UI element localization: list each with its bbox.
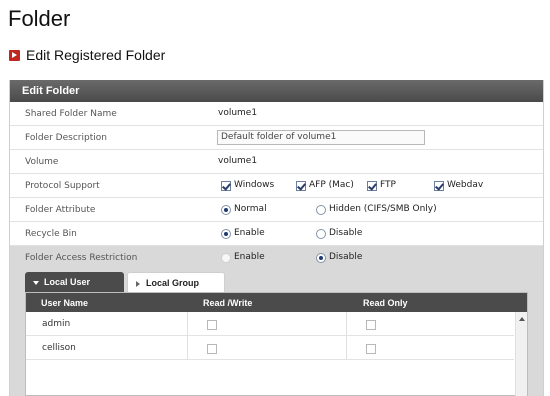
table-scrollbar[interactable] — [515, 312, 527, 396]
normal-label: Normal — [234, 204, 267, 214]
column-read-write: Read /Write — [203, 298, 253, 308]
section-bullet-icon — [9, 49, 20, 61]
afp-checkbox[interactable] — [296, 181, 306, 191]
shared-folder-name-label: Shared Folder Name — [25, 109, 117, 119]
chevron-right-icon — [136, 280, 140, 287]
ftp-checkbox[interactable] — [367, 181, 377, 191]
windows-checkbox[interactable] — [221, 181, 231, 191]
hidden-label: Hidden (CIFS/SMB Only) — [329, 204, 437, 214]
chevron-down-icon — [33, 280, 39, 285]
shared-folder-name-row: Shared Folder Name volume1 — [10, 102, 543, 126]
recycle-disable-radio[interactable] — [316, 229, 326, 239]
table-header: User Name Read /Write Read Only — [26, 293, 527, 312]
user-name-cell: cellison — [42, 343, 76, 353]
webdav-label: Webdav — [447, 180, 484, 190]
access-restriction-label: Folder Access Restriction — [25, 253, 138, 263]
tab-local-user[interactable]: Local User — [25, 272, 124, 292]
tab-local-user-label: Local User — [44, 277, 91, 287]
folder-description-label: Folder Description — [25, 133, 107, 143]
read-write-checkbox[interactable] — [207, 320, 217, 330]
read-only-checkbox[interactable] — [366, 344, 376, 354]
access-disable-radio[interactable] — [316, 253, 326, 263]
tab-local-group-label: Local Group — [146, 278, 200, 288]
tab-local-group[interactable]: Local Group — [127, 272, 225, 292]
column-read-only: Read Only — [363, 298, 408, 308]
read-only-checkbox[interactable] — [366, 320, 376, 330]
table-row: admin — [26, 312, 514, 336]
afp-label: AFP (Mac) — [309, 180, 354, 190]
recycle-bin-label: Recycle Bin — [25, 229, 77, 239]
normal-radio[interactable] — [221, 205, 231, 215]
recycle-bin-row: Recycle Bin Enable Disable — [10, 222, 543, 246]
access-disable-label: Disable — [329, 252, 363, 262]
windows-label: Windows — [234, 180, 275, 190]
folder-description-input[interactable]: Default folder of volume1 — [217, 130, 425, 145]
section-title: Edit Registered Folder — [26, 47, 166, 63]
scroll-up-icon[interactable] — [519, 317, 525, 321]
user-name-cell: admin — [42, 319, 71, 329]
access-restriction-row: Folder Access Restriction Enable Disable — [10, 246, 543, 270]
volume-value: volume1 — [218, 156, 258, 166]
recycle-enable-radio[interactable] — [221, 229, 231, 239]
volume-label: Volume — [25, 157, 59, 167]
column-user-name: User Name — [41, 298, 89, 308]
protocol-support-label: Protocol Support — [25, 181, 100, 191]
table-row: cellison — [26, 336, 514, 360]
permission-table: User Name Read /Write Read Only admin ce… — [25, 292, 528, 396]
page-title: Folder — [8, 6, 71, 31]
access-enable-radio[interactable] — [221, 253, 231, 263]
recycle-enable-label: Enable — [234, 228, 265, 238]
webdav-checkbox[interactable] — [434, 181, 444, 191]
section-heading: Edit Registered Folder — [9, 47, 165, 63]
panel-header: Edit Folder — [10, 80, 543, 102]
read-write-checkbox[interactable] — [207, 344, 217, 354]
folder-description-row: Folder Description Default folder of vol… — [10, 126, 543, 150]
volume-row: Volume volume1 — [10, 150, 543, 174]
edit-folder-panel: Edit Folder Shared Folder Name volume1 F… — [9, 80, 544, 396]
folder-attribute-label: Folder Attribute — [25, 205, 96, 215]
access-enable-label: Enable — [234, 252, 265, 262]
column-divider — [187, 312, 188, 360]
shared-folder-name-value: volume1 — [218, 108, 258, 118]
folder-attribute-row: Folder Attribute Normal Hidden (CIFS/SMB… — [10, 198, 543, 222]
ftp-label: FTP — [380, 180, 396, 190]
protocol-support-row: Protocol Support Windows AFP (Mac) FTP W… — [10, 174, 543, 198]
hidden-radio[interactable] — [316, 205, 326, 215]
column-divider — [346, 312, 347, 360]
recycle-disable-label: Disable — [329, 228, 363, 238]
